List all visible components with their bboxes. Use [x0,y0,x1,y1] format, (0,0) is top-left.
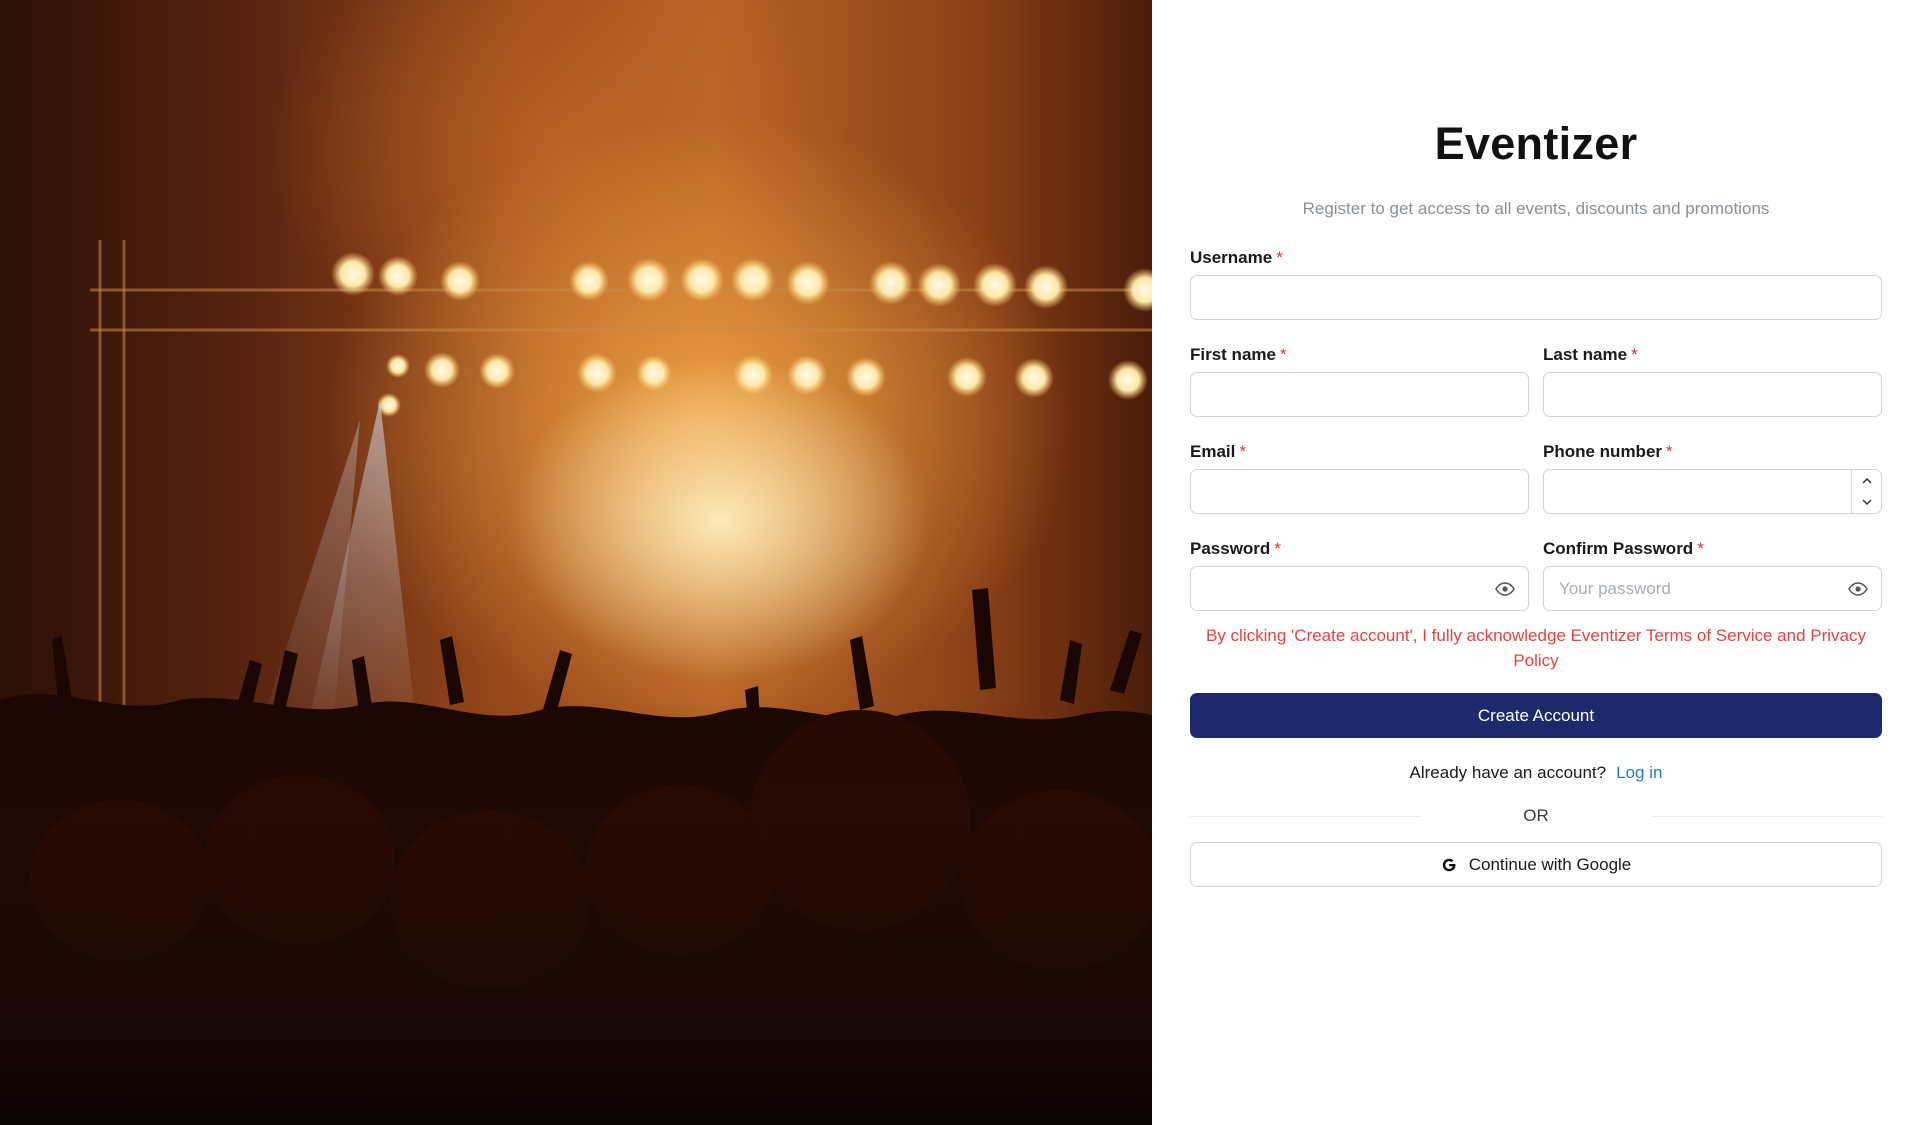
divider-line-right [1651,815,1882,817]
or-divider: OR [1190,804,1882,828]
login-prompt: Already have an account? Log in [1190,762,1882,784]
continue-with-google-button[interactable]: Continue with Google [1190,842,1882,887]
phone-number-input[interactable] [1544,470,1881,513]
first-name-label: First name * [1190,345,1287,364]
username-field-box [1190,275,1882,320]
phone-label: Phone number * [1543,442,1673,461]
required-mark: * [1274,539,1281,558]
contact-row: Email * Phone number * [1190,441,1882,514]
required-mark: * [1666,442,1673,461]
email-label: Email * [1190,442,1246,461]
required-mark: * [1631,345,1638,364]
password-label: Password * [1190,539,1281,558]
register-panel: Eventizer Register to get access to all … [1152,0,1920,1125]
email-input[interactable] [1191,470,1528,513]
divider-label: OR [1523,806,1549,825]
last-name-input[interactable] [1544,373,1881,416]
last-name-group: Last name * [1543,344,1882,417]
divider-line-left [1190,815,1421,817]
stepper-decrement-button[interactable] [1852,492,1881,514]
phone-stepper [1851,470,1881,513]
phone-field-box [1543,469,1882,514]
confirm-password-label: Confirm Password * [1543,539,1704,558]
name-row: First name * Last name * [1190,344,1882,417]
subtitle: Register to get access to all events, di… [1302,199,1770,218]
last-name-label: Last name * [1543,345,1638,364]
register-form: Eventizer Register to get access to all … [1190,112,1882,887]
google-icon [1442,858,1456,871]
google-button-label: Continue with Google [1468,854,1632,874]
first-name-field-box [1190,372,1529,417]
password-field-box [1190,566,1529,611]
username-input[interactable] [1191,276,1881,319]
login-prompt-text: Already have an account? [1409,763,1607,782]
required-mark: * [1697,539,1704,558]
confirm-password-group: Confirm Password * [1543,538,1882,611]
last-name-field-box [1543,372,1882,417]
chevron-up-icon [1861,477,1872,484]
required-mark: * [1239,442,1246,461]
terms-notice: By clicking 'Create account', I fully ac… [1205,626,1867,670]
create-account-button[interactable]: Create Account [1190,693,1882,738]
first-name-group: First name * [1190,344,1529,417]
eye-icon[interactable] [1847,579,1869,599]
username-group: Username * [1190,247,1882,320]
phone-group: Phone number * [1543,441,1882,514]
login-link[interactable]: Log in [1616,763,1662,782]
password-row: Password * Confirm Password * [1190,538,1882,611]
hero-concert-image [0,0,1152,1125]
required-mark: * [1276,248,1283,267]
chevron-down-icon [1861,499,1872,506]
concert-illustration [0,240,1152,1125]
required-mark: * [1279,345,1287,364]
eye-icon[interactable] [1494,579,1516,599]
app-title: Eventizer [1434,118,1638,169]
first-name-input[interactable] [1191,373,1528,416]
register-page: Eventizer Register to get access to all … [0,0,1920,1125]
password-input[interactable] [1191,567,1528,610]
stepper-increment-button[interactable] [1852,470,1881,492]
password-group: Password * [1190,538,1529,611]
username-label: Username * [1190,248,1283,267]
email-group: Email * [1190,441,1529,514]
confirm-password-input[interactable] [1544,567,1881,610]
confirm-password-field-box [1543,566,1882,611]
email-field-box [1190,469,1529,514]
